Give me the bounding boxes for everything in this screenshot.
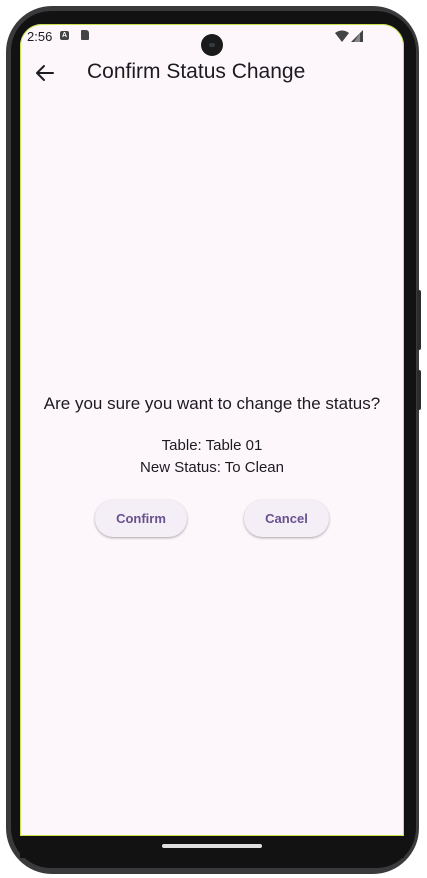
- arrow-left-icon: [36, 65, 54, 81]
- status-bar: 2:56 A: [20, 24, 404, 56]
- back-button[interactable]: [32, 60, 58, 86]
- sd-card-icon: [81, 30, 89, 40]
- app-bar: Confirm Status Change: [20, 50, 404, 96]
- page-title: Confirm Status Change: [87, 60, 306, 83]
- new-status-detail: New Status: To Clean: [140, 459, 284, 476]
- app-screen: 2:56 A Confirm Status Change Are you sur…: [20, 24, 404, 836]
- volume-button: [417, 290, 421, 350]
- home-gesture-handle[interactable]: [162, 844, 262, 848]
- power-button: [417, 370, 421, 410]
- signal-icon: [351, 30, 363, 42]
- notification-a-icon: A: [60, 31, 69, 40]
- device-frame: 2:56 A Confirm Status Change Are you sur…: [0, 0, 427, 878]
- confirm-button[interactable]: Confirm: [95, 500, 187, 537]
- wifi-icon: [335, 30, 349, 42]
- navigation-bar: [20, 836, 404, 858]
- confirmation-question: Are you sure you want to change the stat…: [43, 394, 381, 413]
- table-detail: Table: Table 01: [161, 437, 263, 454]
- cancel-button[interactable]: Cancel: [244, 500, 329, 537]
- status-time: 2:56: [27, 29, 53, 44]
